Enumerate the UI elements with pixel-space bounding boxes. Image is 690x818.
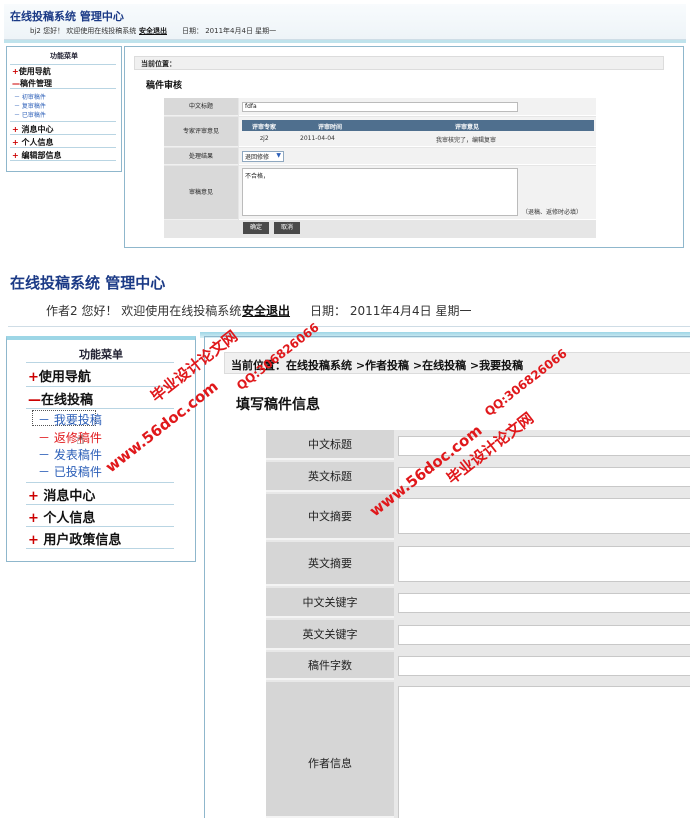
p1-expert-label: 专家评审意见	[164, 117, 238, 147]
p2-page-title: 填写稿件信息	[236, 397, 320, 413]
p2-menu-divider	[26, 482, 174, 483]
p2-menu-divider	[26, 504, 174, 505]
p2-menu-item-messages[interactable]: + 消息中心	[28, 485, 95, 504]
p1-cancel-button[interactable]: 取消	[274, 222, 300, 234]
p2-en-keywords-input[interactable]	[398, 625, 690, 645]
p1-cn-title-label: 中文标题	[164, 98, 238, 116]
chevron-down-icon: ▼	[276, 152, 281, 159]
p1-page-title: 稿件审核	[146, 81, 183, 91]
p1-review-table-header	[242, 120, 594, 131]
p1-review-cell-expert: zj2	[260, 135, 269, 142]
p2-en-abstract-textarea[interactable]	[398, 546, 690, 582]
p2-cn-keywords-input[interactable]	[398, 593, 690, 613]
hand-cursor-icon: ☝	[76, 432, 85, 448]
p2-menu-divider	[26, 526, 174, 527]
p2-en-title-input[interactable]	[398, 467, 690, 487]
p1-result-select[interactable]: 退回修修 ▼	[242, 151, 284, 162]
minus-icon: —	[28, 393, 41, 408]
p1-opinion-textarea[interactable]: 不合格，	[242, 168, 518, 216]
p1-submenu-reviewed[interactable]: － 已审稿件	[14, 110, 46, 119]
plus-icon: +	[28, 511, 44, 526]
p1-welcome-text: bj2 您好！ 欢迎使用在线投稿系统	[30, 27, 137, 35]
p1-required-note: （退稿、返修时必填）	[522, 209, 583, 216]
p2-menu-divider	[26, 548, 174, 549]
p1-review-cell-time: 2011-04-04	[300, 135, 335, 142]
p1-result-cell	[239, 148, 596, 165]
p2-author-info-label: 作者信息	[266, 682, 394, 818]
p1-result-label: 处理结果	[164, 148, 238, 165]
p1-review-header-expert: 评审专家	[252, 124, 277, 131]
plus-icon: +	[12, 138, 22, 147]
plus-icon: +	[28, 370, 39, 385]
p1-confirm-button[interactable]: 确定	[243, 222, 269, 234]
p2-menu-divider	[26, 362, 174, 363]
minus-icon: —	[12, 79, 20, 88]
p1-menu-divider	[10, 134, 116, 135]
p1-submenu-first-review[interactable]: － 初审稿件	[14, 92, 46, 101]
p2-welcome-text: 作者2 您好！ 欢迎使用在线投稿系统	[46, 304, 242, 318]
p1-system-title: 在线投稿系统 管理中心	[10, 10, 124, 23]
p2-word-count-label: 稿件字数	[266, 652, 394, 680]
p2-header-rule	[8, 326, 690, 327]
p1-submenu-second-review[interactable]: － 复审稿件	[14, 101, 46, 110]
p1-review-header-opinion: 评审意见	[455, 124, 480, 131]
p1-menu-divider	[10, 64, 116, 65]
p1-date-text: 日期： 2011年4月4日 星期一	[182, 27, 277, 35]
plus-icon: +	[12, 125, 22, 134]
p1-cn-title-input[interactable]: fdfa	[242, 102, 518, 112]
p2-submenu-submitted[interactable]: － 已投稿件	[38, 463, 102, 480]
p2-logout-link[interactable]: 安全退出	[242, 302, 290, 319]
p2-menu-item-policy[interactable]: + 用户政策信息	[28, 529, 121, 548]
p1-menu-divider	[10, 160, 116, 161]
p1-menu-divider	[10, 147, 116, 148]
p2-cn-title-label: 中文标题	[266, 430, 394, 460]
p2-menu-divider	[26, 408, 174, 409]
p1-review-cell-opinion: 我审核完了，编辑复审	[436, 137, 497, 144]
p1-breadcrumb: 当前位置：	[134, 56, 664, 70]
p2-date-text: 日期： 2011年4月4日 星期一	[310, 304, 472, 318]
p2-en-keywords-label: 英文关键字	[266, 620, 394, 650]
p2-menu-item-online[interactable]: —在线投稿	[28, 389, 93, 408]
p1-menu-item-nav[interactable]: +使用导航	[12, 66, 51, 77]
p1-menu-title: 功能菜单	[50, 52, 78, 60]
p2-breadcrumb: 当前位置：在线投稿系统 >作者投稿 >在线投稿 >我要投稿	[224, 352, 690, 374]
p2-system-title: 在线投稿系统 管理中心	[10, 274, 166, 292]
p2-word-count-input[interactable]	[398, 656, 690, 676]
plus-icon: +	[12, 67, 19, 76]
plus-icon: +	[28, 533, 44, 548]
p1-menu-divider	[10, 88, 116, 89]
p2-cn-keywords-label: 中文关键字	[266, 588, 394, 618]
p2-menu-item-personal[interactable]: + 个人信息	[28, 507, 95, 526]
p2-menu-title: 功能菜单	[79, 348, 123, 361]
p2-submenu-published[interactable]: － 发表稿件	[38, 446, 102, 463]
p2-cn-abstract-textarea[interactable]	[398, 498, 690, 534]
p2-author-info-textarea[interactable]	[398, 686, 690, 818]
p1-header-bar	[4, 40, 686, 43]
p2-submenu-revise[interactable]: － 返修稿件	[38, 429, 102, 446]
p2-en-title-label: 英文标题	[266, 462, 394, 492]
p2-menu-item-nav[interactable]: +使用导航	[28, 366, 91, 385]
plus-icon: +	[28, 489, 44, 504]
p1-review-header-time: 评审时间	[318, 124, 343, 131]
p1-opinion-label: 审稿意见	[164, 166, 238, 220]
p1-menu-divider	[10, 121, 116, 122]
p2-submenu-submit[interactable]: － 我要投稿	[38, 411, 102, 428]
p1-logout-link[interactable]: 安全退出	[139, 26, 167, 36]
plus-icon: +	[12, 151, 22, 160]
p2-en-abstract-label: 英文摘要	[266, 542, 394, 586]
